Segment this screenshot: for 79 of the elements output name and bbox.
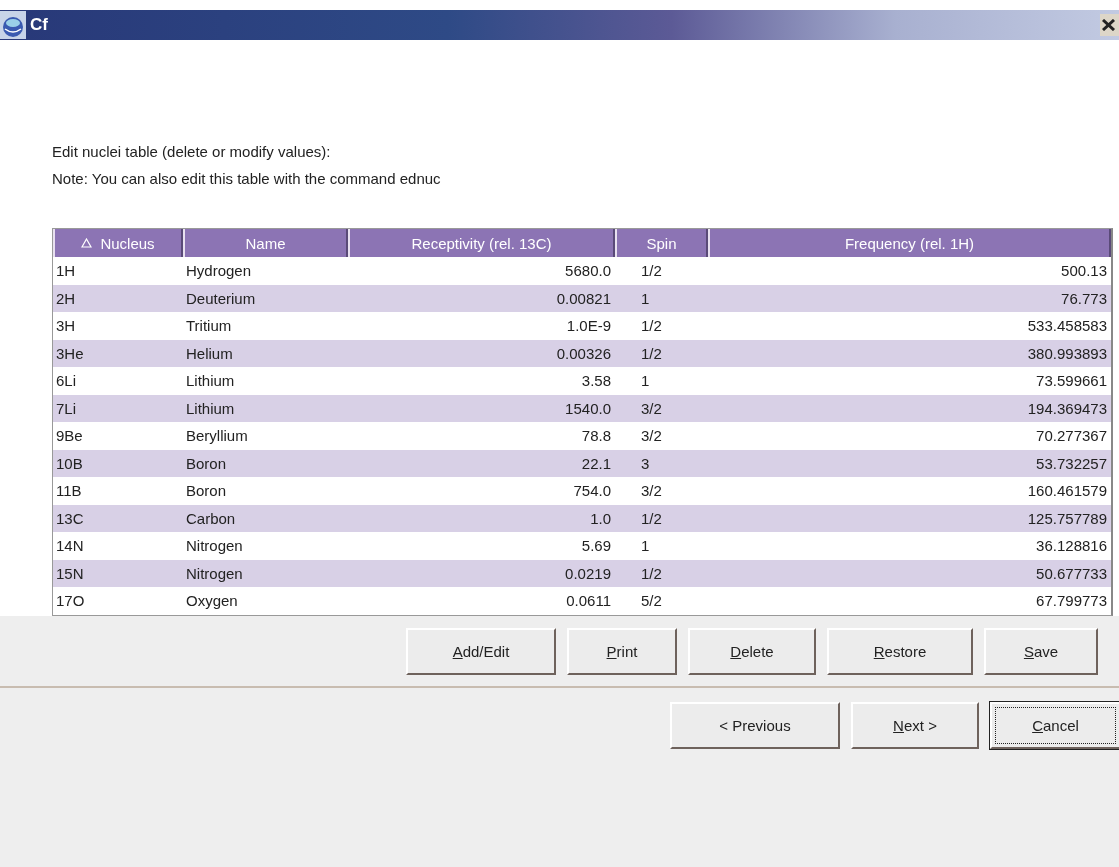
table-cell-text: 0.00821 [555,288,612,309]
table-cell-text: 0.00326 [555,343,612,364]
table-cell-text: 1/2 [640,343,663,364]
table-cell-text: 754.0 [572,481,612,502]
wizard-button[interactable]: < Previous [670,701,840,749]
table-cell-text: 10B [55,453,84,474]
table-cell-text: 380.993893 [1026,343,1108,364]
table-cell-text: 3/2 [640,481,663,502]
table-cell-text: 70.277367 [1035,426,1108,447]
table-cell-text: 1 [640,371,651,392]
table-cell-text: 76.773 [1060,288,1108,309]
table-cell-text: 1 [640,288,651,309]
table-cell-text: 14N [55,536,85,557]
table-cell-text: 1/2 [640,316,663,337]
table-cell-text: 36.128816 [1035,536,1108,557]
table-cell-text: Nitrogen [185,563,244,584]
table-cell-text: 3/2 [640,398,663,419]
table-cell-text: 1 [640,536,651,557]
table-cell-text: Boron [185,453,228,474]
table-cell-text: 0.0611 [565,591,612,612]
table-cell-text: 1.0 [589,508,612,529]
table-cell-text: Hydrogen [185,261,253,282]
table-cell-text: 67.799773 [1035,591,1108,612]
table-cell-text: 0.0219 [564,563,612,584]
table-cell-text: Beryllium [185,426,249,447]
table-cell-text: Lithium [185,398,236,419]
table-cell-text: 3.58 [580,371,612,392]
table-cell-text: 500.13 [1060,261,1108,282]
table-cell-text: 1/2 [640,563,663,584]
table-cell-text: Tritium [185,316,233,337]
table-cell-text: 5.69 [580,536,612,557]
table-cell-text: 15N [55,563,85,584]
table-cell-text: 5/2 [640,591,663,612]
table-cell-text: 1/2 [640,508,663,529]
table-cell-text: 53.732257 [1035,453,1108,474]
table-action-button[interactable]: Delete [688,627,816,675]
table-cell-text: 125.757789 [1026,508,1108,529]
table-cell-text: 1.0E-9 [565,316,612,337]
close-button[interactable] [1100,14,1119,36]
table-cell-text: Carbon [185,508,237,529]
table-cell-text: 73.599661 [1035,371,1108,392]
table-action-button[interactable]: Add/Edit [406,627,556,675]
table-action-button[interactable]: Save [984,627,1098,675]
table-cell-text: 533.458583 [1026,316,1108,337]
table-cell-text: 5680.0 [564,261,612,282]
table-cell-text: 3He [55,343,85,364]
table-cell-text: Oxygen [185,591,239,612]
table-cell-text: 6Li [55,371,78,392]
globe-icon [0,11,26,39]
table-cell-text: 9Be [55,426,84,447]
table-cell-text: 1/2 [640,261,663,282]
table-cell-text: 160.461579 [1026,481,1108,502]
close-icon [1102,19,1116,31]
table-cell-text: 1H [55,261,77,282]
table-cell-text: Nitrogen [185,536,244,557]
wizard-button[interactable]: Next > [851,701,979,749]
table-cell-text: 22.1 [580,453,612,474]
table-cell-text: Deuterium [185,288,257,309]
table-cell-text: 3/2 [640,426,663,447]
instruction-text: Edit nuclei table (delete or modify values): [52,142,332,162]
window-title: Cf [30,15,49,35]
table-cell-text: Helium [185,343,234,364]
table-cell-text: 11B [55,481,83,502]
table-cell-text: 17O [55,591,86,612]
table-cell-text: Lithium [185,371,236,392]
table-cell-text: 78.8 [580,426,612,447]
table-cell-text: 7Li [55,398,78,419]
table-cell-text: 2H [55,288,77,309]
table-cell-text: 194.369473 [1026,398,1108,419]
wizard-button[interactable]: Cancel [990,701,1119,749]
table-cell-text: 1540.0 [564,398,612,419]
table-action-button[interactable]: Print [567,627,677,675]
table-cell-text: 13C [55,508,85,529]
instruction-text: Note: You can also edit this table with the command ednuc [52,169,442,189]
table-cell-text: 3 [640,453,651,474]
table-cell-text: 50.677733 [1035,563,1108,584]
table-cell-text: 3H [55,316,77,337]
table-action-button[interactable]: Restore [827,627,973,675]
table-cell-text: Boron [185,481,228,502]
